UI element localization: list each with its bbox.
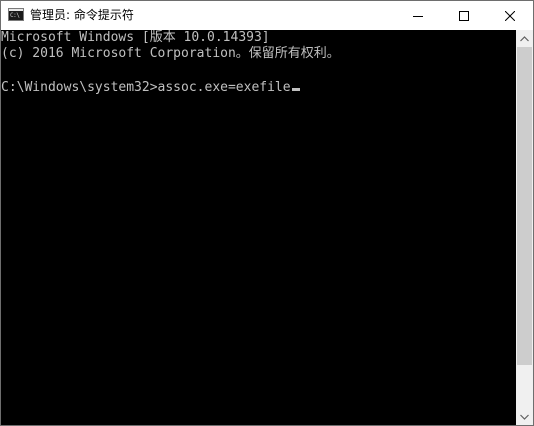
title-bar[interactable]: C:\ 管理员: 命令提示符 [1,1,533,30]
scroll-down-arrow-icon [520,414,529,420]
scroll-thumb[interactable] [517,47,532,365]
command-prompt-window: C:\ 管理员: 命令提示符 Microsoft Windows [版本 10.… [0,0,534,426]
text-cursor [291,88,300,91]
cmd-icon-text: C:\ [10,12,20,19]
scroll-down-button[interactable] [516,408,533,425]
command-prompt-text: C:\Windows\system32>assoc.exe=exefile [1,80,291,95]
maximize-button[interactable] [441,1,487,30]
vertical-scrollbar[interactable] [516,30,533,425]
scroll-up-arrow-icon [520,35,529,41]
scroll-up-button[interactable] [516,30,533,47]
minimize-button[interactable] [395,1,441,30]
cmd-icon-bar [9,9,23,11]
maximize-icon [459,10,469,21]
console-line-copyright: (c) 2016 Microsoft Corporation。保留所有权利。 [1,46,340,61]
console-line-version: Microsoft Windows [版本 10.0.14393] [1,30,270,45]
cmd-icon[interactable]: C:\ [8,8,24,21]
console-line-command[interactable]: C:\Windows\system32>assoc.exe=exefile [1,80,300,96]
minimize-icon [413,15,423,17]
console-output[interactable]: Microsoft Windows [版本 10.0.14393] (c) 20… [1,30,516,425]
window-title: 管理员: 命令提示符 [30,8,134,22]
close-button[interactable] [487,1,533,30]
close-icon [505,10,515,21]
